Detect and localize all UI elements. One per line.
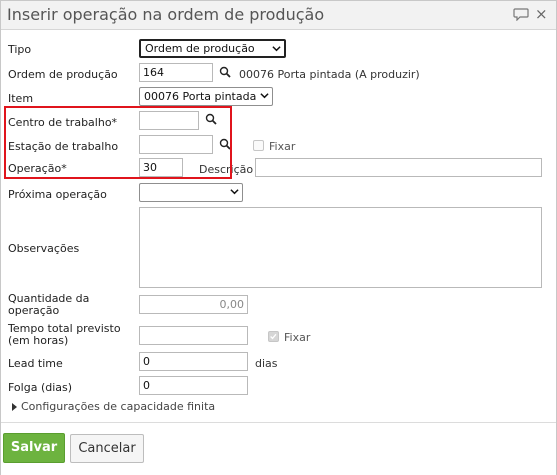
item-label: Item [8,92,34,105]
dialog-title: Inserir operação na ordem de produção [7,5,325,24]
tempo-fixar-checkbox[interactable] [268,331,279,342]
tempo-input[interactable] [139,326,248,345]
proxima-select[interactable] [139,183,243,202]
folga-input[interactable]: 0 [139,376,248,395]
chat-bubble-icon[interactable] [513,7,529,21]
observacoes-label: Observações [8,242,80,255]
ordem-info: 00076 Porta pintada (A produzir) [239,68,420,81]
observacoes-textarea[interactable] [139,207,542,288]
ordem-label: Ordem de produção [8,68,118,81]
check-icon [270,333,277,340]
tipo-select[interactable]: Ordem de produção [139,39,286,58]
quantidade-label-line2: operação [8,304,60,317]
search-icon[interactable] [219,66,231,78]
lead-unit: dias [255,357,278,370]
lead-label: Lead time [8,357,63,370]
item-select[interactable]: 00076 Porta pintada [139,87,273,106]
proxima-label: Próxima operação [8,188,107,201]
cancel-button[interactable]: Cancelar [70,434,144,463]
tempo-label: Tempo total previsto (em horas) [8,323,121,347]
capacidade-toggle[interactable]: Configurações de capacidade finita [21,400,215,413]
tipo-select-value: Ordem de produção [145,42,255,55]
lead-input[interactable]: 0 [139,352,248,371]
tempo-label-line2: (em horas) [8,334,69,347]
save-button[interactable]: Salvar [3,433,65,463]
item-select-value: 00076 Porta pintada [144,90,257,103]
expand-triangle-icon[interactable] [12,403,17,411]
estacao-fixar-label: Fixar [269,140,296,153]
tipo-label: Tipo [8,43,32,56]
highlight-box [4,106,232,179]
chevron-down-icon [260,93,269,99]
chevron-down-icon [272,46,281,52]
quantidade-label: Quantidade da operação [8,293,89,317]
close-icon[interactable]: × [535,6,548,22]
quantidade-input[interactable]: 0,00 [139,295,248,314]
chevron-down-icon [230,189,239,195]
dialog-titlebar: Inserir operação na ordem de produção × [1,1,556,30]
folga-label: Folga (dias) [8,381,73,394]
descricao-input[interactable] [255,158,542,177]
tempo-fixar-label: Fixar [284,331,311,344]
dialog: Inserir operação na ordem de produção × … [0,0,557,475]
ordem-input[interactable]: 164 [139,63,213,82]
estacao-fixar-checkbox[interactable] [253,140,264,151]
